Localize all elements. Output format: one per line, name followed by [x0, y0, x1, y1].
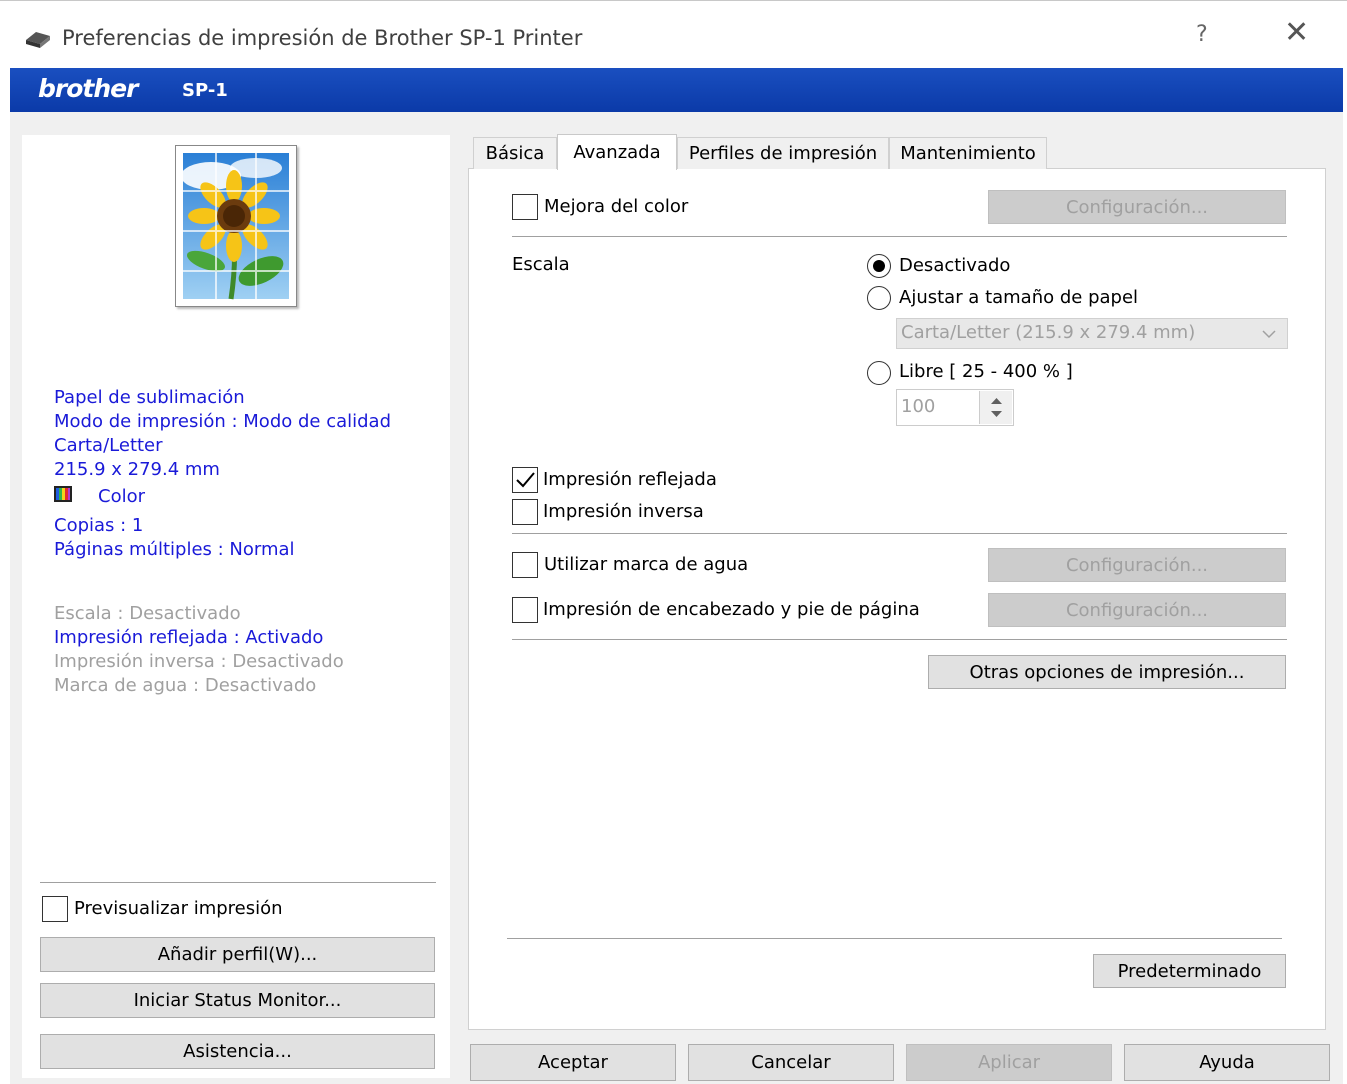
divider-3	[512, 639, 1287, 640]
preview-label: Previsualizar impresión	[74, 898, 283, 919]
header-footer-label: Impresión de encabezado y pie de página	[543, 599, 920, 620]
color-enhance-checkbox[interactable]	[512, 194, 538, 220]
summary-size-dim: 215.9 x 279.4 mm	[54, 459, 220, 480]
summary-size-name: Carta/Letter	[54, 435, 163, 456]
divider-1	[512, 236, 1287, 237]
summary-mirror: Impresión reflejada : Activado	[54, 627, 324, 648]
ok-button[interactable]: Aceptar	[470, 1044, 676, 1081]
free-scale-label: Libre [ 25 - 400 % ]	[899, 361, 1073, 382]
brand-logo: brother	[38, 74, 138, 103]
default-button[interactable]: Predeterminado	[1093, 954, 1286, 988]
help-button[interactable]: Ayuda	[1124, 1044, 1330, 1081]
model-name: SP-1	[182, 80, 228, 101]
summary-paper: Papel de sublimación	[54, 387, 245, 408]
window-title: Preferencias de impresión de Brother SP-…	[62, 26, 583, 50]
status-monitor-button[interactable]: Iniciar Status Monitor...	[40, 983, 435, 1018]
tab-advanced[interactable]: Avanzada	[557, 134, 677, 170]
color-swatch-icon	[54, 486, 72, 502]
summary-scale: Escala : Desactivado	[54, 603, 241, 624]
tab-basic[interactable]: Básica	[473, 137, 557, 169]
stepper-buttons[interactable]	[979, 391, 1012, 424]
mirror-print-label: Impresión reflejada	[543, 469, 717, 490]
support-button[interactable]: Asistencia...	[40, 1034, 435, 1069]
sunflower-icon	[181, 153, 289, 300]
scale-off-label: Desactivado	[899, 255, 1011, 276]
summary-watermark: Marca de agua : Desactivado	[54, 675, 317, 696]
summary-copies: Copias : 1	[54, 515, 144, 536]
other-options-button[interactable]: Otras opciones de impresión...	[928, 655, 1286, 689]
tab-maintenance[interactable]: Mantenimiento	[889, 137, 1047, 169]
chevron-down-icon	[1262, 330, 1276, 339]
watermark-checkbox[interactable]	[512, 552, 538, 578]
summary-color: Color	[98, 486, 145, 507]
scale-label: Escala	[512, 254, 570, 275]
scale-off-radio[interactable]	[867, 254, 891, 278]
add-profile-button[interactable]: Añadir perfil(W)...	[40, 937, 435, 972]
free-scale-radio[interactable]	[867, 361, 891, 385]
watermark-config-button[interactable]: Configuración...	[988, 548, 1286, 582]
paper-size-select[interactable]: Carta/Letter (215.9 x 279.4 mm)	[896, 318, 1288, 349]
fit-paper-label: Ajustar a tamaño de papel	[899, 287, 1139, 308]
free-scale-value: 100	[901, 396, 936, 417]
apply-button[interactable]: Aplicar	[906, 1044, 1112, 1081]
reverse-print-label: Impresión inversa	[543, 501, 704, 522]
color-enhance-label: Mejora del color	[544, 196, 689, 217]
preview-checkbox[interactable]	[42, 896, 68, 922]
reverse-print-checkbox[interactable]	[512, 499, 538, 525]
summary-pages: Páginas múltiples : Normal	[54, 539, 295, 560]
summary-mode: Modo de impresión : Modo de calidad	[54, 411, 392, 432]
tab-profiles[interactable]: Perfiles de impresión	[677, 137, 889, 169]
help-icon[interactable]: ?	[1196, 22, 1208, 47]
close-icon[interactable]: ✕	[1284, 18, 1309, 48]
up-down-arrows-icon	[991, 398, 1002, 417]
mirror-print-checkbox[interactable]	[512, 467, 538, 493]
left-divider	[40, 882, 436, 883]
header-footer-config-button[interactable]: Configuración...	[988, 593, 1286, 627]
print-preview-image	[175, 145, 297, 307]
watermark-label: Utilizar marca de agua	[544, 554, 749, 575]
printer-icon	[26, 32, 50, 48]
fit-paper-radio[interactable]	[867, 286, 891, 310]
divider-2	[512, 533, 1287, 534]
cancel-button[interactable]: Cancelar	[688, 1044, 894, 1081]
free-scale-stepper[interactable]: 100	[896, 389, 1014, 426]
divider-4	[507, 938, 1282, 939]
header-footer-checkbox[interactable]	[512, 597, 538, 623]
paper-size-value: Carta/Letter (215.9 x 279.4 mm)	[901, 322, 1196, 343]
color-enhance-config-button[interactable]: Configuración...	[988, 190, 1286, 224]
checkmark-icon	[516, 472, 535, 488]
summary-reverse: Impresión inversa : Desactivado	[54, 651, 344, 672]
